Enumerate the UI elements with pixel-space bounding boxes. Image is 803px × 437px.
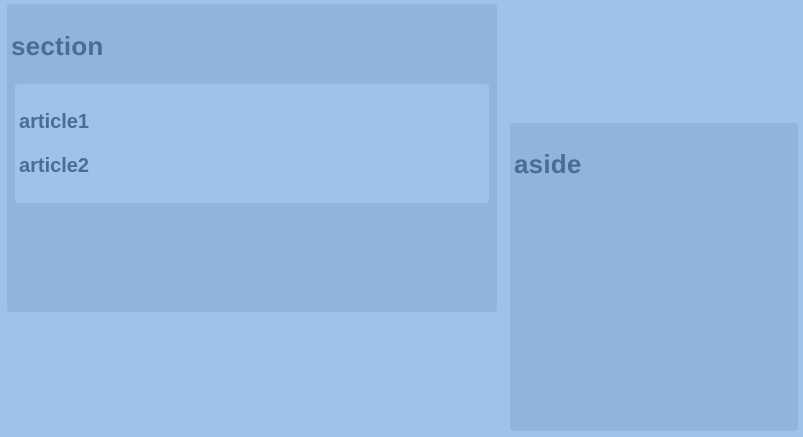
article-container: article1 article2: [15, 84, 489, 203]
article-item-2: article2: [19, 155, 90, 177]
article-item-1: article1: [19, 111, 90, 133]
section-panel: section article1 article2: [7, 4, 497, 312]
aside-title: aside: [514, 149, 582, 179]
section-title: section: [11, 31, 104, 61]
aside-panel: aside: [510, 123, 798, 431]
